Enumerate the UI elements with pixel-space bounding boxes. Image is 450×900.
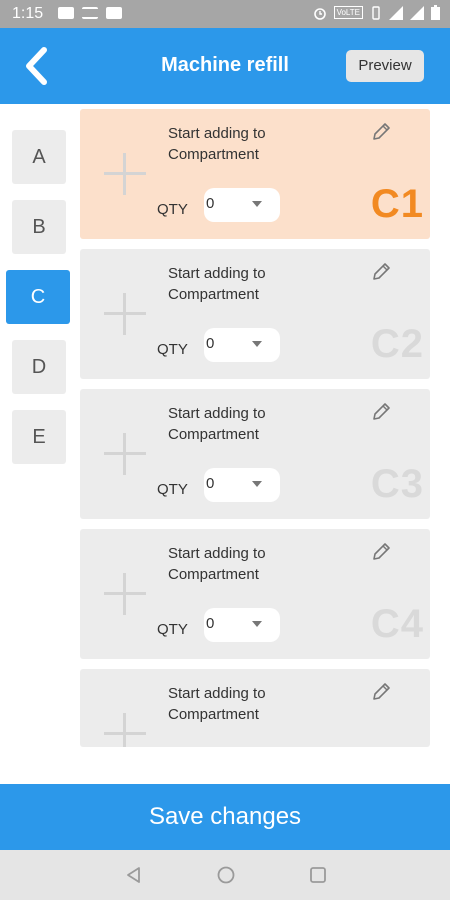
recents-square-icon[interactable] [308, 865, 328, 885]
qty-label: QTY [157, 621, 188, 638]
compartment-card-c4[interactable]: Start adding to Compartment QTY 0 C4 [80, 529, 430, 659]
compartment-card-c5[interactable]: Start adding to Compartment [80, 669, 430, 747]
tab-b[interactable]: B [12, 200, 66, 254]
pencil-icon[interactable] [370, 681, 392, 703]
app-screen: 1:15 VoLTE Machine refill Preview A B C … [0, 0, 450, 900]
compartment-prompt: Start adding to Compartment [168, 545, 266, 583]
compartment-code: C3 [370, 462, 424, 506]
back-triangle-icon[interactable] [124, 865, 144, 885]
tab-e[interactable]: E [12, 410, 66, 464]
compartment-code: C2 [370, 322, 424, 366]
signal-icon [410, 5, 424, 20]
compartment-prompt: Start adding to Compartment [168, 405, 266, 443]
home-circle-icon[interactable] [216, 865, 236, 885]
qty-label: QTY [157, 481, 188, 498]
system-icons: VoLTE [313, 5, 440, 20]
message-icon [58, 7, 74, 19]
qty-dropdown[interactable]: 0 [204, 188, 280, 222]
add-plus-icon[interactable] [104, 153, 146, 195]
caret-down-icon [252, 341, 262, 347]
compartment-card-c3[interactable]: Start adding to Compartment QTY 0 C3 [80, 389, 430, 519]
volte-icon: VoLTE [333, 6, 363, 19]
compartment-code: C4 [370, 602, 424, 646]
pencil-icon[interactable] [370, 261, 392, 283]
compartment-card-c2[interactable]: Start adding to Compartment QTY 0 C2 [80, 249, 430, 379]
qty-value: 0 [206, 335, 215, 352]
pencil-icon[interactable] [370, 401, 392, 423]
compartment-code: C1 [370, 182, 424, 226]
save-changes-button[interactable]: Save changes [0, 784, 450, 850]
add-plus-icon[interactable] [104, 433, 146, 475]
tab-c[interactable]: C [6, 270, 70, 324]
system-nav-bar [0, 850, 450, 900]
qty-value: 0 [206, 195, 215, 212]
app-header: Machine refill Preview [0, 28, 450, 104]
compartment-prompt: Start adding to Compartment [168, 685, 266, 723]
qty-label: QTY [157, 341, 188, 358]
preview-button[interactable]: Preview [346, 50, 424, 82]
notification-icons [58, 7, 122, 19]
tab-a[interactable]: A [12, 130, 66, 184]
caret-down-icon [252, 201, 262, 207]
image-icon [106, 7, 122, 19]
status-bar: 1:15 VoLTE [0, 0, 450, 28]
alarm-icon [313, 7, 326, 20]
caret-down-icon [252, 621, 262, 627]
qty-value: 0 [206, 615, 215, 632]
pencil-icon[interactable] [370, 121, 392, 143]
qty-dropdown[interactable]: 0 [204, 608, 280, 642]
caret-down-icon [252, 481, 262, 487]
battery-icon [431, 5, 440, 20]
transfer-icon [82, 7, 98, 19]
qty-dropdown[interactable]: 0 [204, 328, 280, 362]
tab-d[interactable]: D [12, 340, 66, 394]
vibrate-icon [372, 5, 380, 20]
pencil-icon[interactable] [370, 541, 392, 563]
compartment-prompt: Start adding to Compartment [168, 265, 266, 303]
add-plus-icon[interactable] [104, 573, 146, 615]
qty-label: QTY [157, 201, 188, 218]
add-plus-icon[interactable] [104, 713, 146, 747]
status-time: 1:15 [12, 5, 44, 22]
signal-icon [389, 5, 403, 20]
compartment-card-c1[interactable]: Start adding to Compartment QTY 0 C1 [80, 109, 430, 239]
qty-dropdown[interactable]: 0 [204, 468, 280, 502]
add-plus-icon[interactable] [104, 293, 146, 335]
qty-value: 0 [206, 475, 215, 492]
compartment-prompt: Start adding to Compartment [168, 125, 266, 163]
